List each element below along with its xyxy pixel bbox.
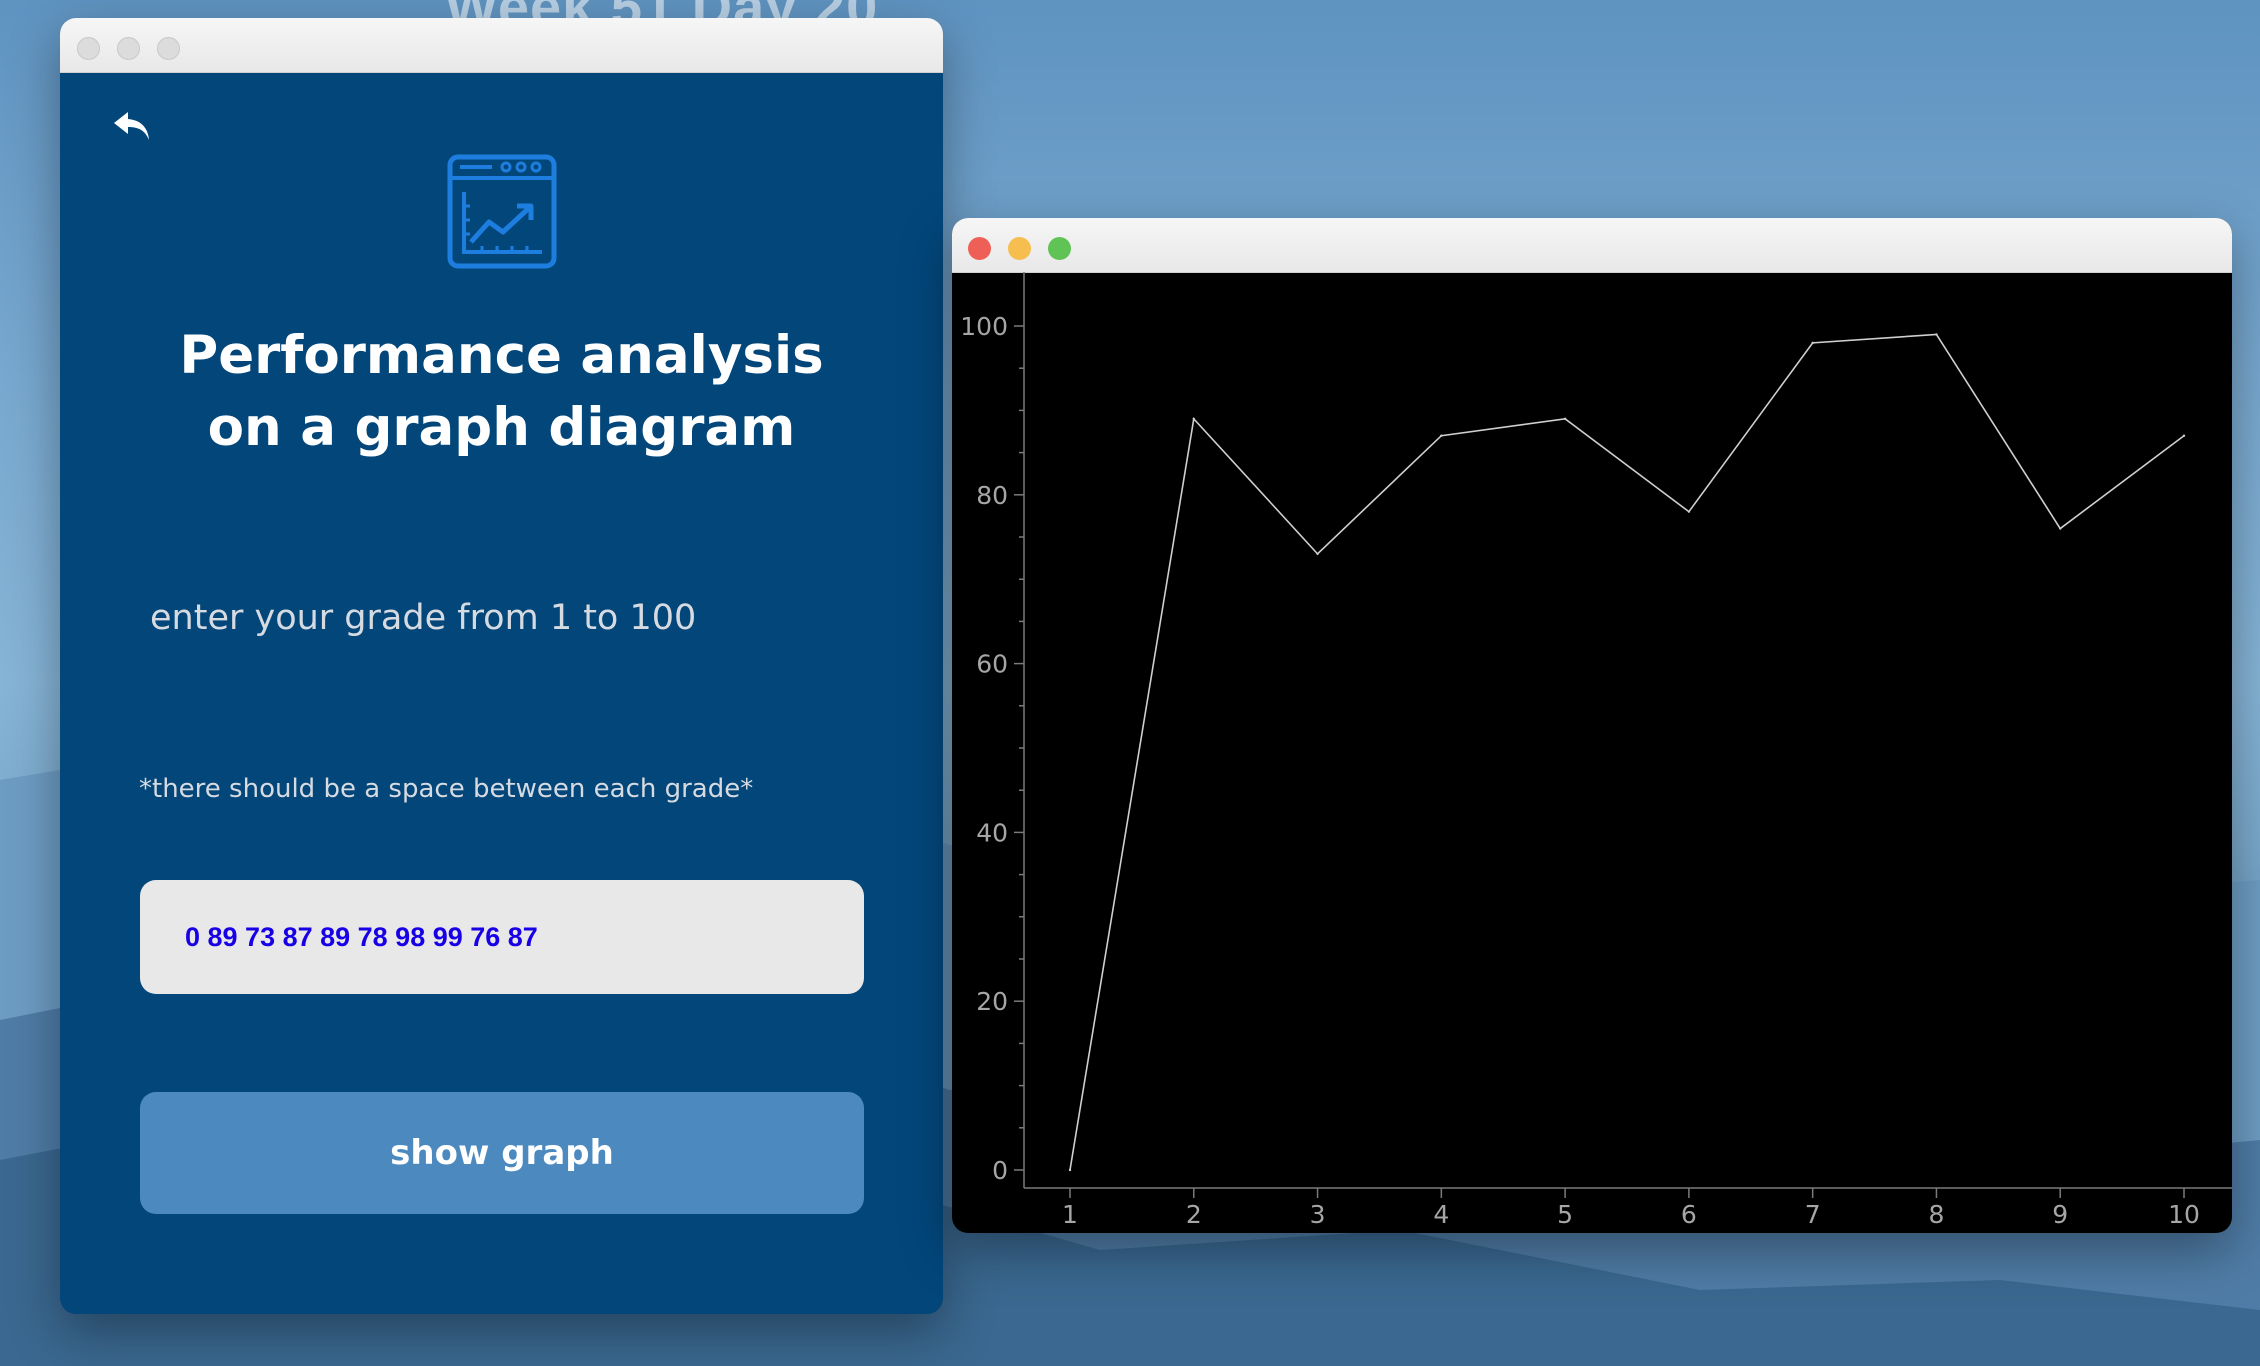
graph-chart-icon: [447, 154, 557, 269]
x-tick-label: 6: [1681, 1200, 1697, 1229]
y-tick-label: 60: [976, 650, 1008, 679]
y-tick-label: 80: [976, 481, 1008, 510]
minimize-button[interactable]: [117, 37, 140, 60]
show-graph-button[interactable]: show graph: [140, 1092, 864, 1214]
graph-window-titlebar[interactable]: [952, 218, 2232, 273]
series-line: [1069, 333, 2185, 1171]
x-tick-label: 5: [1557, 1200, 1573, 1229]
data-point: [1440, 434, 1443, 437]
y-tick-label: 40: [976, 818, 1008, 847]
data-point: [1935, 333, 1938, 336]
x-tick-label: 8: [1928, 1200, 1944, 1229]
close-button[interactable]: [77, 37, 100, 60]
x-tick-label: 7: [1805, 1200, 1821, 1229]
data-point: [2059, 527, 2062, 530]
line-chart: 0 20 40 60 80 100 1 2 3 4 5 6 7 8 9 10: [960, 272, 2232, 1229]
grade-input-window: Performance analysis on a graph diagram …: [60, 18, 943, 1314]
y-tick-label: 0: [992, 1156, 1008, 1185]
graph-window: 0 20 40 60 80 100 1 2 3 4 5 6 7 8 9 10: [952, 218, 2232, 1233]
back-arrow-icon[interactable]: [112, 108, 152, 144]
grades-input[interactable]: 0 89 73 87 89 78 98 99 76 87: [140, 880, 864, 994]
y-tick-label: 100: [960, 312, 1008, 341]
x-tick-label: 4: [1433, 1200, 1449, 1229]
data-point: [1068, 1168, 1072, 1172]
grades-input-value: 0 89 73 87 89 78 98 99 76 87: [185, 921, 538, 952]
page-title-line1: Performance analysis: [179, 325, 824, 386]
x-tick-label: 3: [1310, 1200, 1326, 1229]
page-title-line2: on a graph diagram: [207, 397, 796, 458]
data-point: [1687, 510, 1691, 513]
data-point: [1811, 341, 1814, 345]
data-point: [1316, 552, 1319, 556]
data-point: [1192, 417, 1195, 421]
data-point: [1563, 417, 1567, 421]
x-tick-label: 2: [1186, 1200, 1202, 1229]
grade-hint-label: *there should be a space between each gr…: [139, 774, 754, 804]
x-tick-label: 10: [2168, 1200, 2200, 1229]
grade-prompt-label: enter your grade from 1 to 100: [150, 598, 697, 638]
data-point: [2182, 434, 2186, 437]
x-tick-label: 1: [1062, 1200, 1078, 1229]
maximize-button[interactable]: [1048, 237, 1071, 260]
y-tick-label: 20: [976, 987, 1008, 1016]
window-titlebar[interactable]: [60, 18, 943, 73]
page-title: Performance analysis on a graph diagram: [60, 320, 943, 464]
maximize-button[interactable]: [157, 37, 180, 60]
close-button[interactable]: [968, 237, 991, 260]
minimize-button[interactable]: [1008, 237, 1031, 260]
show-graph-button-label: show graph: [390, 1133, 614, 1173]
x-tick-label: 9: [2052, 1200, 2068, 1229]
